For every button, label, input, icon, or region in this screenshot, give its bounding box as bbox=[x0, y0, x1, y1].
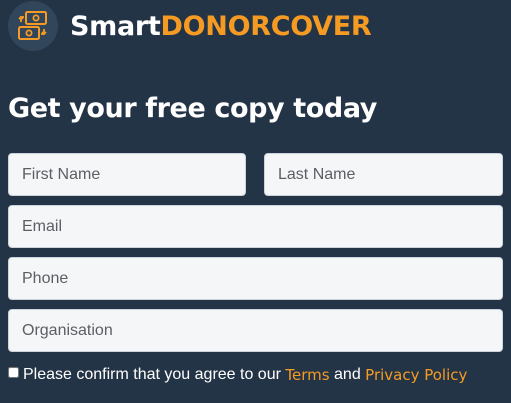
consent-text: Please confirm that you agree to our bbox=[23, 366, 281, 383]
phone-field[interactable] bbox=[8, 257, 503, 300]
brand-header: SmartDONORCOVER bbox=[8, 0, 372, 52]
email-field[interactable] bbox=[8, 205, 503, 248]
page-title: Get your free copy today bbox=[8, 93, 378, 124]
brand-name-part1: Smart bbox=[70, 10, 161, 42]
consent-row: Please confirm that you agree to our Ter… bbox=[8, 366, 467, 384]
brand-name-part2: DONORCOVER bbox=[160, 10, 372, 42]
last-name-field[interactable] bbox=[264, 153, 503, 196]
signup-page: SmartDONORCOVER Get your free copy today… bbox=[0, 0, 511, 403]
first-name-field[interactable] bbox=[8, 153, 246, 196]
organisation-field[interactable] bbox=[8, 309, 503, 352]
money-exchange-icon bbox=[8, 1, 58, 51]
consent-checkbox[interactable] bbox=[8, 366, 19, 378]
brand-name: SmartDONORCOVER bbox=[70, 10, 372, 42]
privacy-policy-link[interactable]: Privacy Policy bbox=[365, 366, 467, 384]
consent-conjunction: and bbox=[334, 366, 361, 383]
terms-link[interactable]: Terms bbox=[285, 366, 329, 384]
